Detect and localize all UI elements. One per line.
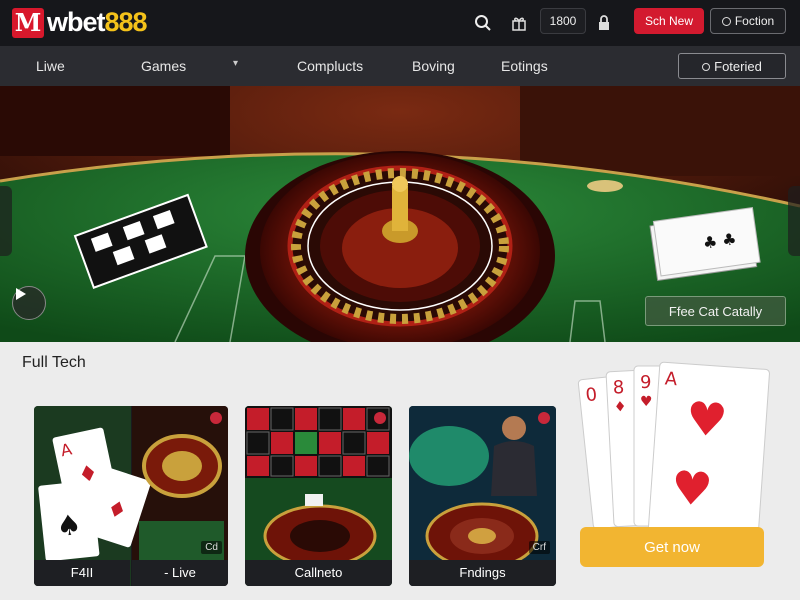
featured-button[interactable]: Foteried <box>678 53 786 79</box>
card-rank: 0 <box>585 384 599 406</box>
play-icon[interactable] <box>12 286 46 320</box>
favorite-icon[interactable] <box>210 412 222 424</box>
site-logo[interactable]: M wbet888 <box>12 7 148 38</box>
card-label: Fndings <box>409 560 556 586</box>
card-tag: Crf <box>528 541 550 554</box>
game-card-artwork: A ♦ ♦ ♠ <box>34 406 228 586</box>
nav-item-games[interactable]: Games <box>141 46 186 86</box>
search-icon[interactable] <box>470 10 496 36</box>
top-header: M wbet888 1800 Sch New Foction <box>0 0 800 46</box>
svg-text:♠: ♠ <box>55 508 83 543</box>
featured-label: Foteried <box>714 58 762 74</box>
svg-text:♥: ♥ <box>669 460 714 517</box>
favorite-icon[interactable] <box>374 412 386 424</box>
nav-item-live[interactable]: Liwe <box>36 46 65 86</box>
balance-display[interactable]: 1800 <box>540 8 586 34</box>
nav-chevron-icon: ▾ <box>233 58 239 69</box>
hero-banner: ♣ ♣ Ffee Cat Catally <box>0 86 800 342</box>
favorite-icon[interactable] <box>538 412 550 424</box>
main-nav: Liwe Games ▾ Complucts Boving Eotings Fo… <box>0 46 800 86</box>
logo-wordmark: wbet888 <box>47 7 148 38</box>
carousel-next-arrow[interactable] <box>788 186 800 256</box>
get-now-button[interactable]: Get now <box>580 527 764 567</box>
carousel-prev-arrow[interactable] <box>0 186 12 256</box>
nav-item-boving[interactable]: Boving <box>412 46 455 86</box>
game-card-blackjack[interactable]: A ♦ ♦ ♠ F4II - Live Cd <box>34 406 228 586</box>
user-icon <box>721 17 731 26</box>
card-rank: 9 <box>640 372 651 393</box>
card-label: F4II <box>34 560 130 586</box>
gift-icon[interactable] <box>506 10 532 36</box>
card-label: Callneto <box>245 560 392 586</box>
game-card-artwork <box>409 406 556 586</box>
hero-cta-button[interactable]: Ffee Cat Catally <box>645 296 786 326</box>
card-label: - Live <box>132 560 228 586</box>
card-rank: A <box>664 368 678 390</box>
game-card-roulette[interactable]: Callneto <box>245 406 392 586</box>
card-tag: Cd <box>201 541 222 554</box>
nav-item-complucts[interactable]: Complucts <box>297 46 363 86</box>
search-icon <box>702 62 711 71</box>
section-title: Full Tech <box>22 354 86 371</box>
playing-cards-illustration: 0 8 ♦ 9 ♥ A ♥ ♥ <box>577 361 770 540</box>
svg-text:♥: ♥ <box>640 394 653 410</box>
card-rank: 8 <box>612 377 625 399</box>
game-card-artwork <box>245 406 392 586</box>
logo-word: wbet <box>47 7 106 37</box>
game-card-live-dealer[interactable]: Fndings Crf <box>409 406 556 586</box>
svg-text:♦: ♦ <box>613 399 626 416</box>
nav-item-eotings[interactable]: Eotings <box>501 46 548 86</box>
join-button[interactable]: Sch New <box>634 8 704 34</box>
logo-badge: M <box>12 7 44 38</box>
lock-icon[interactable] <box>591 10 617 36</box>
position-button[interactable]: Foction <box>710 8 786 34</box>
position-label: Foction <box>734 14 775 28</box>
logo-number: 888 <box>104 7 148 37</box>
svg-text:♥: ♥ <box>684 391 729 448</box>
